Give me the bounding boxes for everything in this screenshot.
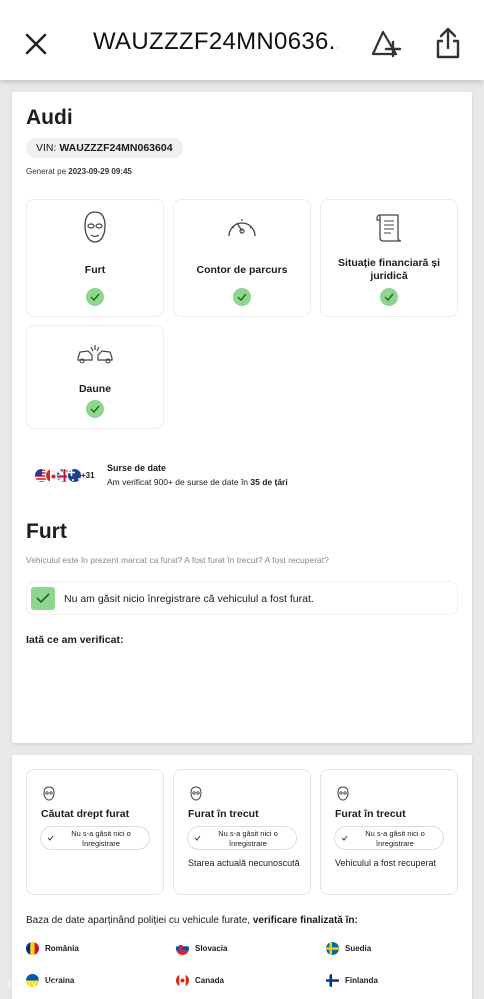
check-tile-searched: Căutat drept furat Nu s-a găsit nici o î… — [26, 769, 164, 895]
tile-label-damage: Daune — [78, 383, 112, 395]
theft-result-text: Nu am găsit nicio înregistrare că vehicu… — [64, 593, 314, 605]
result-check-icon — [31, 587, 55, 610]
tile-ok-check-icon — [86, 400, 104, 418]
status-badge: Nu s-a găsit nici o înregistrare — [187, 826, 297, 850]
status-badge-text: Nu s-a găsit nici o înregistrare — [71, 829, 131, 848]
thief-mask-icon — [43, 786, 55, 801]
tile-ok-check-icon — [86, 288, 104, 306]
report-card: Audi VIN: WAUZZZF24MN063604 Generat pe 2… — [12, 92, 472, 743]
summary-tile-financial[interactable]: Situație financiară și juridică — [320, 199, 458, 317]
tile-label-theft: Furt — [84, 264, 106, 276]
country-name: Finlanda — [345, 976, 378, 985]
check-tile-stolen-past: Furat în trecut Nu s-a găsit nici o înre… — [173, 769, 311, 895]
country-name: Canada — [195, 976, 224, 985]
check-icon — [194, 835, 201, 841]
vehicle-brand: Audi — [26, 106, 73, 129]
top-app-bar: WAUZZZF24MN0636... — [0, 0, 484, 80]
check-note: Vehiculul a fost recuperat — [335, 858, 437, 868]
vin-badge: VIN: WAUZZZF24MN063604 — [26, 138, 183, 158]
check-icon — [47, 835, 54, 841]
share-icon[interactable] — [434, 26, 462, 60]
vin-label: VIN: — [36, 142, 57, 154]
page-title: WAUZZZF24MN0636... — [93, 28, 338, 55]
data-sources: +31 Surse de date Am verificat 900+ de s… — [34, 460, 434, 490]
watermark: autovit.ro — [8, 978, 59, 990]
country-name: România — [45, 944, 79, 953]
police-db-bold: verificare finalizată în: — [252, 915, 358, 926]
theft-result: Nu am găsit nicio înregistrare că vehicu… — [26, 581, 458, 615]
thief-mask-icon — [337, 786, 349, 801]
flag-australia-icon — [67, 468, 82, 483]
country-name: Slovacia — [195, 944, 228, 953]
police-db-prefix: Baza de date aparținând poliției cu vehi… — [26, 915, 253, 926]
car-crash-icon — [77, 345, 113, 364]
check-title: Furat în trecut — [188, 808, 259, 820]
checks-card: Căutat drept furat Nu s-a găsit nici o î… — [12, 755, 472, 999]
flag-sweden-icon — [326, 942, 339, 955]
sources-title: Surse de date — [107, 463, 167, 473]
status-badge-text: Nu s-a găsit nici o înregistrare — [218, 829, 278, 848]
check-note: Starea actuală necunoscută — [188, 858, 300, 868]
generated-label: Generat pe — [26, 167, 67, 176]
tile-ok-check-icon — [233, 288, 251, 306]
vin-value: WAUZZZF24MN063604 — [59, 142, 173, 154]
thief-mask-icon — [190, 786, 202, 801]
check-icon — [341, 835, 348, 841]
status-badge: Nu s-a găsit nici o înregistrare — [334, 826, 444, 850]
check-tile-recovered: Furat în trecut Nu s-a găsit nici o înre… — [320, 769, 458, 895]
tile-label-odometer: Contor de parcurs — [196, 264, 288, 276]
tile-ok-check-icon — [380, 288, 398, 306]
flag-romania-icon — [26, 942, 39, 955]
tile-label-financial: Situație financiară și juridică — [337, 257, 441, 282]
status-badge-text: Nu s-a găsit nici o înregistrare — [365, 829, 425, 848]
close-icon[interactable] — [22, 30, 50, 58]
thief-mask-icon — [84, 211, 106, 243]
more-countries-count: +31 — [81, 471, 95, 480]
odometer-icon — [228, 219, 256, 237]
check-title: Căutat drept furat — [41, 808, 130, 820]
sources-text: Am verificat 900+ de surse de date în 35… — [107, 477, 288, 487]
police-db-line: Baza de date aparținând poliției cu vehi… — [26, 915, 358, 926]
flag-finland-icon — [326, 974, 339, 987]
checked-title: Iată ce am verificat: — [26, 634, 124, 646]
sources-countries: 35 de țări — [250, 477, 288, 487]
summary-tile-damage[interactable]: Daune — [26, 325, 164, 429]
section-question: Vehiculul este în prezent marcat ca fura… — [26, 555, 329, 565]
generated-value: 2023-09-29 09:45 — [68, 167, 132, 176]
section-title-theft: Furt — [26, 520, 67, 543]
flag-canada-icon — [176, 974, 189, 987]
document-scroll-icon — [376, 214, 402, 242]
generated-date: Generat pe 2023-09-29 09:45 — [26, 167, 132, 176]
summary-tile-odometer[interactable]: Contor de parcurs — [173, 199, 311, 317]
add-alert-icon[interactable] — [370, 28, 402, 60]
country-name: Suedia — [345, 944, 372, 953]
summary-tile-theft[interactable]: Furt — [26, 199, 164, 317]
flag-slovakia-icon — [176, 942, 189, 955]
status-badge: Nu s-a găsit nici o înregistrare — [40, 826, 150, 850]
sources-text-prefix: Am verificat 900+ de surse de date în — [107, 477, 251, 487]
check-title: Furat în trecut — [335, 808, 406, 820]
